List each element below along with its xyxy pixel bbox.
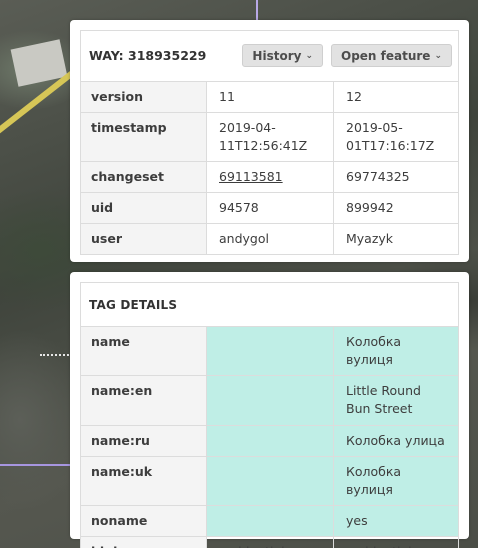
old-tag-value — [206, 326, 334, 376]
tag-key: highway — [80, 536, 207, 548]
open-feature-button[interactable]: Open feature ⌄ — [331, 44, 452, 67]
row-key: version — [80, 81, 207, 113]
new-tag-value: Колобка вулиця — [333, 326, 459, 376]
old-value: 94578 — [206, 192, 334, 224]
new-value: 899942 — [333, 192, 459, 224]
history-button[interactable]: History ⌄ — [242, 44, 323, 67]
new-tag-value: Колобка вулиця — [333, 456, 459, 506]
tag-key: name — [80, 326, 207, 376]
new-tag-value: Колобка улица — [333, 425, 459, 457]
changeset-link[interactable]: 69113581 — [219, 169, 283, 184]
map-way-line — [0, 464, 80, 466]
tag-details-panel: TAG DETAILS name Колобка вулиця name:en … — [70, 272, 469, 548]
old-tag-value — [206, 456, 334, 506]
new-tag-value: Little Round Bun Street — [333, 375, 459, 426]
chevron-down-icon: ⌄ — [305, 50, 313, 61]
row-key: user — [80, 223, 207, 255]
table-row: highway residential residential — [80, 536, 459, 548]
map-way-line — [256, 0, 258, 22]
version-table: WAY: 318935229 History ⌄ Open feature ⌄ … — [80, 30, 459, 255]
table-row: noname yes — [80, 505, 459, 537]
way-version-panel: WAY: 318935229 History ⌄ Open feature ⌄ … — [70, 20, 469, 262]
old-tag-value: residential — [206, 536, 334, 548]
new-value: 2019-05-01T17:16:17Z — [333, 112, 459, 162]
tag-key: name:ru — [80, 425, 207, 457]
new-tag-value: residential — [333, 536, 459, 548]
table-row: version 11 12 — [80, 81, 459, 113]
open-feature-button-label: Open feature — [341, 48, 431, 63]
table-row: uid 94578 899942 — [80, 192, 459, 224]
old-tag-value — [206, 505, 334, 537]
tag-details-title: TAG DETAILS — [80, 282, 459, 327]
way-header: WAY: 318935229 History ⌄ Open feature ⌄ — [80, 30, 459, 82]
old-value: 69113581 — [206, 161, 334, 193]
tags-table: TAG DETAILS name Колобка вулиця name:en … — [80, 282, 459, 548]
old-value: 2019-04-11T12:56:41Z — [206, 112, 334, 162]
new-value: 69774325 — [333, 161, 459, 193]
table-row: changeset 69113581 69774325 — [80, 161, 459, 193]
tag-key: name:uk — [80, 456, 207, 506]
way-title: WAY: 318935229 — [89, 47, 207, 63]
history-button-label: History — [252, 48, 302, 63]
table-row: name:en Little Round Bun Street — [80, 375, 459, 426]
new-tag-value: yes — [333, 505, 459, 537]
row-key: uid — [80, 192, 207, 224]
old-tag-value — [206, 425, 334, 457]
tag-key: noname — [80, 505, 207, 537]
new-value: Myazyk — [333, 223, 459, 255]
old-tag-value — [206, 375, 334, 426]
row-key: timestamp — [80, 112, 207, 162]
table-row: name:ru Колобка улица — [80, 425, 459, 457]
tag-key: name:en — [80, 375, 207, 426]
chevron-down-icon: ⌄ — [434, 50, 442, 61]
table-row: name:uk Колобка вулиця — [80, 456, 459, 506]
old-value: andygol — [206, 223, 334, 255]
table-row: name Колобка вулиця — [80, 326, 459, 376]
row-key: changeset — [80, 161, 207, 193]
table-row: user andygol Myazyk — [80, 223, 459, 255]
old-value: 11 — [206, 81, 334, 113]
table-row: timestamp 2019-04-11T12:56:41Z 2019-05-0… — [80, 112, 459, 162]
new-value: 12 — [333, 81, 459, 113]
